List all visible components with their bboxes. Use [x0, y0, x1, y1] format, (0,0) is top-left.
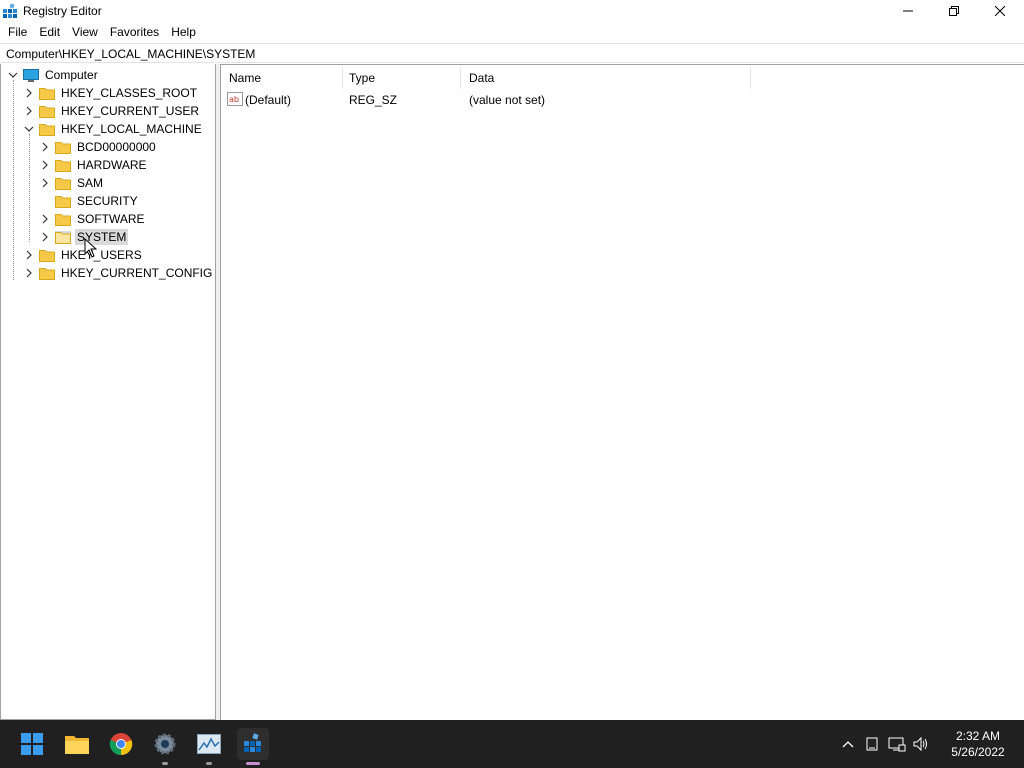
chevron-right-icon[interactable]: [23, 102, 35, 120]
minimize-button[interactable]: [885, 0, 931, 22]
close-icon: [995, 6, 1005, 16]
start-button[interactable]: [16, 728, 48, 760]
folder-icon: [55, 213, 71, 226]
registry-editor-icon: [244, 733, 261, 752]
mouse-cursor-icon: [84, 238, 98, 258]
folder-icon: [39, 105, 55, 118]
folder-icon: [39, 249, 55, 262]
chevron-right-icon[interactable]: [39, 174, 51, 192]
volume-icon[interactable]: [912, 736, 930, 752]
column-header-name[interactable]: Name: [221, 67, 343, 89]
title-bar: Registry Editor: [0, 0, 1024, 22]
restore-icon: [949, 6, 959, 16]
tree-label: HKEY_USERS: [61, 248, 142, 262]
tree-item-hkey-local-machine[interactable]: HKEY_LOCAL_MACHINE: [23, 120, 204, 138]
value-name: (Default): [245, 93, 292, 107]
tree-label: SAM: [77, 176, 104, 190]
address-path[interactable]: Computer\HKEY_LOCAL_MACHINE\SYSTEM: [6, 47, 255, 61]
menu-edit[interactable]: Edit: [33, 22, 66, 42]
key-tree[interactable]: Computer HKEY_CLASSES_ROOT HKEY_CURRENT_…: [0, 64, 216, 720]
tree-item-hardware[interactable]: HARDWARE: [39, 156, 149, 174]
tree-label: HKEY_CURRENT_USER: [61, 104, 200, 118]
taskbar: 2:32 AM 5/26/2022: [0, 720, 1024, 768]
tree-label: HARDWARE: [77, 158, 147, 172]
menu-file[interactable]: File: [2, 22, 33, 42]
chevron-right-icon[interactable]: [23, 84, 35, 102]
clock-date: 5/26/2022: [951, 745, 1005, 759]
value-row[interactable]: ab (Default) REG_SZ (value not set): [221, 91, 821, 109]
folder-open-icon: [39, 123, 55, 136]
tablet-icon[interactable]: [864, 736, 880, 752]
tree-label: HKEY_CURRENT_CONFIG: [61, 266, 213, 280]
folder-icon: [55, 230, 71, 244]
tree-item-security[interactable]: SECURITY: [39, 192, 140, 210]
tree-label: SOFTWARE: [77, 212, 145, 226]
tree-label: HKEY_CLASSES_ROOT: [61, 86, 198, 100]
menu-view[interactable]: View: [66, 22, 104, 42]
taskbar-chrome[interactable]: [105, 728, 137, 760]
tree-label: SECURITY: [77, 194, 138, 208]
clock-time: 2:32 AM: [955, 729, 1001, 743]
minimize-icon: [903, 10, 913, 12]
taskbar-registry-editor[interactable]: [237, 728, 269, 765]
svg-text:ab: ab: [229, 95, 239, 104]
folder-icon: [55, 159, 71, 172]
chevron-right-icon[interactable]: [39, 138, 51, 156]
tree-label-computer: Computer: [45, 68, 98, 82]
chevron-right-icon[interactable]: [39, 156, 51, 174]
chevron-right-icon[interactable]: [39, 210, 51, 228]
chevron-right-icon[interactable]: [23, 264, 35, 282]
tree-item-hkey-classes-root[interactable]: HKEY_CLASSES_ROOT: [23, 84, 199, 102]
tree-item-bcd[interactable]: BCD00000000: [39, 138, 158, 156]
chevron-down-icon[interactable]: [7, 66, 19, 84]
tree-item-hkey-current-config[interactable]: HKEY_CURRENT_CONFIG: [23, 264, 214, 282]
taskbar-clock[interactable]: 2:32 AM 5/26/2022: [940, 728, 1016, 760]
chevron-right-icon[interactable]: [23, 246, 35, 264]
start-icon: [21, 733, 43, 755]
menu-bar: File Edit View Favorites Help: [0, 22, 1024, 42]
taskbar-resource-monitor[interactable]: [193, 728, 225, 765]
network-icon[interactable]: [888, 736, 906, 752]
computer-icon: [23, 68, 39, 82]
values-list[interactable]: Name Type Data ab (Default) REG_SZ (valu…: [220, 64, 1024, 720]
window-title: Registry Editor: [23, 4, 102, 18]
restore-button[interactable]: [931, 0, 977, 22]
tree-label: BCD00000000: [77, 140, 156, 154]
chrome-icon: [109, 733, 133, 756]
tree-label: HKEY_LOCAL_MACHINE: [61, 122, 202, 136]
tree-item-sam[interactable]: SAM: [39, 174, 105, 192]
taskbar-file-explorer[interactable]: [61, 728, 93, 760]
folder-icon: [55, 195, 71, 208]
tree-item-software[interactable]: SOFTWARE: [39, 210, 147, 228]
folder-icon: [39, 267, 55, 280]
chevron-down-icon[interactable]: [23, 120, 35, 138]
settings-icon: [154, 733, 176, 755]
tree-item-hkey-current-user[interactable]: HKEY_CURRENT_USER: [23, 102, 201, 120]
system-tray: [840, 720, 930, 768]
chevron-right-icon[interactable]: [39, 228, 51, 246]
menu-help[interactable]: Help: [165, 22, 202, 42]
tree-label-selected: SYSTEM: [75, 229, 129, 245]
folder-icon: [55, 177, 71, 190]
resource-monitor-icon: [197, 734, 221, 754]
tree-item-computer[interactable]: Computer: [7, 66, 100, 84]
string-value-icon: ab: [227, 92, 243, 106]
chevron-up-icon[interactable]: [840, 736, 856, 752]
folder-icon: [55, 141, 71, 154]
folder-icon: [39, 87, 55, 100]
value-data: (value not set): [469, 93, 546, 107]
close-button[interactable]: [977, 0, 1023, 22]
column-header-data[interactable]: Data: [461, 67, 751, 89]
column-header-type[interactable]: Type: [341, 67, 461, 89]
registry-editor-app-icon: [3, 3, 17, 18]
value-type: REG_SZ: [349, 93, 398, 107]
address-bar[interactable]: Computer\HKEY_LOCAL_MACHINE\SYSTEM: [0, 43, 1024, 63]
taskbar-settings[interactable]: [149, 728, 181, 765]
menu-favorites[interactable]: Favorites: [104, 22, 165, 42]
file-explorer-icon: [65, 736, 89, 754]
